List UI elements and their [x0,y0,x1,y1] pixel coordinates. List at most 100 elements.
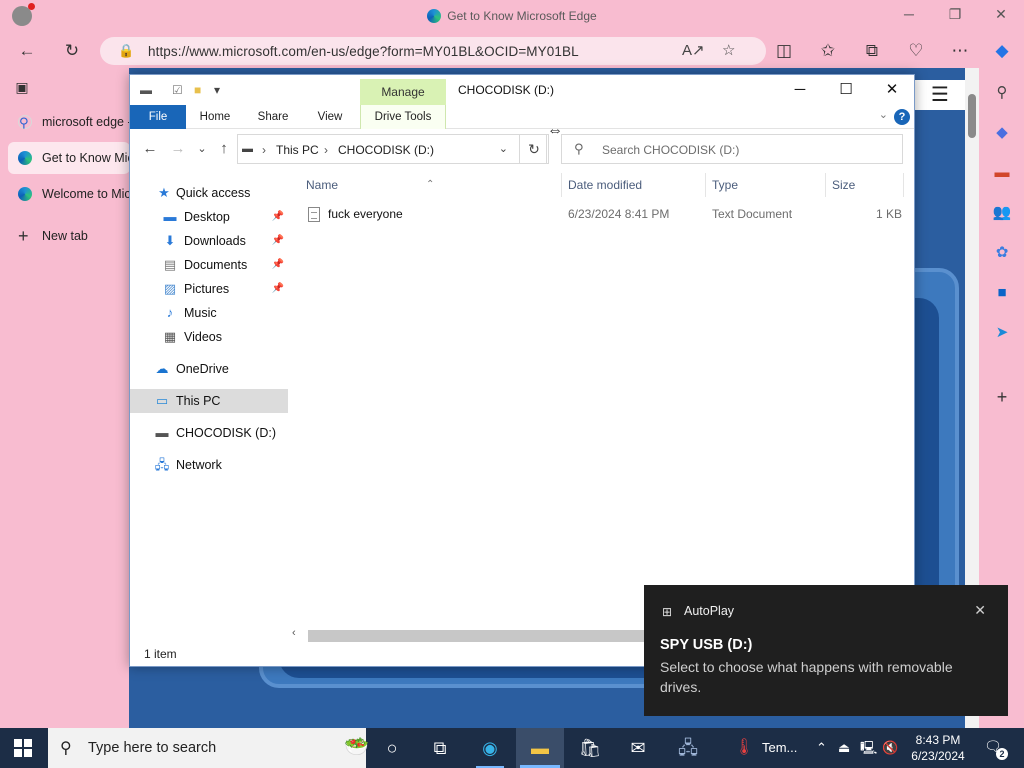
sidebar-shopping-icon[interactable]: ◆ [991,122,1013,144]
column-header-date[interactable]: Date modified [562,173,706,197]
weather-label[interactable]: Tem... [762,728,797,768]
explorer-close-button[interactable]: ✕ [877,79,907,101]
breadcrumb-separator-icon[interactable]: › [324,143,328,157]
split-screen-icon[interactable]: ◫ [772,40,796,62]
pin-icon[interactable]: 📌 [272,253,284,277]
more-menu-icon[interactable]: ⋯ [948,40,972,62]
store-taskbar-icon[interactable]: 🛍 [566,728,614,768]
new-tab-button[interactable]: + New tab [8,220,130,252]
new-folder-icon[interactable]: ■ [194,83,201,97]
column-header-size[interactable]: Size [826,173,904,197]
nav-chocodisk[interactable]: ▬ CHOCODISK (D:) [130,421,288,445]
address-dropdown-icon[interactable]: ⌄ [499,142,508,155]
address-bar[interactable]: 🔒 https://www.microsoft.com/en-us/edge?f… [100,37,766,65]
nav-quick-access[interactable]: ★ Quick access [130,181,288,205]
breadcrumb-separator-icon[interactable]: › [262,143,266,157]
toast-close-icon[interactable]: ✕ [974,602,986,619]
sidebar-tools-icon[interactable]: ▬ [991,162,1013,184]
collections-icon[interactable]: ⧉ [860,40,884,62]
nav-desktop[interactable]: ▬ Desktop 📌 [130,205,288,229]
tab-microsoft-edge-search[interactable]: ⚲ microsoft edge - [8,106,130,138]
tab-welcome[interactable]: Welcome to Mic [8,178,130,210]
pin-icon[interactable]: 📌 [272,277,284,301]
nav-documents[interactable]: ▤ Documents 📌 [130,253,288,277]
properties-icon[interactable]: ☑ [172,83,183,97]
help-icon[interactable]: ? [894,109,910,125]
sidebar-games-icon[interactable]: ✿ [991,242,1013,264]
file-row[interactable]: fuck everyone 6/23/2024 8:41 PM Text Doc… [300,203,905,225]
nav-onedrive[interactable]: ☁ OneDrive [130,357,288,381]
refresh-button[interactable]: ↻ [519,134,549,164]
tab-get-to-know-edge[interactable]: Get to Know Mic [8,142,130,174]
autoplay-notification[interactable]: ⊞ AutoPlay ✕ SPY USB (D:) Select to choo… [644,585,1008,716]
network-app-taskbar-icon[interactable]: 🖧 [664,728,712,768]
notification-center-icon[interactable]: 🗨 2 [984,738,1008,760]
ribbon-tab-view[interactable]: View [308,105,352,129]
breadcrumb-chocodisk[interactable]: CHOCODISK (D:) [338,143,434,157]
edge-taskbar-icon[interactable]: ◉ [466,728,514,768]
read-aloud-icon[interactable]: A↗ [682,41,705,59]
forward-button[interactable]: → [168,139,188,159]
cortana-icon[interactable]: ○ [368,728,416,768]
ribbon-tab-file[interactable]: File [130,105,186,129]
address-breadcrumb[interactable]: ▬ › This PC › CHOCODISK (D:) ⌄ [237,134,547,164]
windows-start-icon[interactable] [14,739,32,757]
nav-pictures[interactable]: ▨ Pictures 📌 [130,277,288,301]
ribbon-tab-drive-tools[interactable]: Drive Tools [360,105,446,129]
search-highlight-icon[interactable]: 🥗 [344,734,369,759]
system-clock[interactable]: 8:43 PM 6/23/2024 [902,732,974,764]
network-status-icon[interactable]: 🖳 [860,728,877,768]
sidebar-send-icon[interactable]: ➤ [991,322,1013,344]
back-arrow-icon[interactable]: ← [15,40,39,62]
file-explorer-taskbar-icon[interactable]: ▬ [516,728,564,768]
nav-this-pc[interactable]: ▭ This PC [130,389,288,413]
browser-minimize-button[interactable]: ─ [898,6,920,22]
search-box[interactable]: ⚲ Search CHOCODISK (D:) [561,134,903,164]
usb-device-icon[interactable]: ⏏ [838,728,850,768]
copilot-icon[interactable]: ◆ [990,40,1014,62]
quick-access-dropdown-icon[interactable]: ▾ [214,83,220,97]
back-button[interactable]: ← [140,139,160,159]
taskbar-search-box[interactable]: ⚲ Type here to search 🥗 [48,728,369,768]
page-menu-icon[interactable]: ☰ [915,80,965,110]
sidebar-add-icon[interactable]: + [991,386,1013,408]
explorer-minimize-button[interactable]: ─ [785,79,815,101]
search-input[interactable]: Search CHOCODISK (D:) [602,143,739,157]
refresh-icon[interactable]: ↻ [60,40,84,62]
column-header-name[interactable]: Name ⌃ [300,173,562,197]
sidebar-search-icon[interactable]: ⚲ [991,82,1013,104]
nav-music[interactable]: ♪ Music [130,301,288,325]
nav-videos[interactable]: ▦ Videos [130,325,288,349]
explorer-maximize-button[interactable]: ☐ [831,79,861,101]
browser-restore-button[interactable]: ❐ [944,6,966,23]
ribbon-expand-chevron-icon[interactable]: ⌄ [879,108,888,121]
performance-icon[interactable]: ♡ [904,40,928,62]
thermometer-icon[interactable]: 🌡 [734,728,754,768]
breadcrumb-this-pc[interactable]: This PC [276,143,319,157]
volume-muted-icon[interactable]: 🔇 [882,728,898,768]
nav-downloads[interactable]: ⬇ Downloads 📌 [130,229,288,253]
pin-icon[interactable]: 📌 [272,229,284,253]
tray-overflow-chevron-icon[interactable]: ⌃ [816,728,827,768]
nav-network[interactable]: 🖧 Network [130,453,288,477]
mail-taskbar-icon[interactable]: ✉ [614,728,662,768]
scroll-left-arrow-icon[interactable]: ‹ [292,627,296,639]
task-view-icon[interactable]: ⧉ [416,728,464,768]
tab-actions-icon[interactable]: ▣ [10,76,34,98]
pin-icon[interactable]: 📌 [272,205,284,229]
scroll-thumb[interactable] [968,94,976,138]
ribbon-tab-share[interactable]: Share [250,105,296,129]
sidebar-outlook-icon[interactable]: ■ [991,282,1013,304]
file-name[interactable]: fuck everyone [306,203,403,225]
favorite-star-icon[interactable]: ☆ [722,41,735,59]
recent-locations-chevron-icon[interactable]: ⌄ [192,139,212,159]
sidebar-people-icon[interactable]: 👥 [991,202,1013,224]
browser-close-button[interactable]: ✕ [990,6,1012,23]
taskbar-search-input[interactable]: Type here to search [88,740,216,756]
up-button[interactable]: ↑ [214,139,234,159]
favorites-icon[interactable]: ✩ [816,40,840,62]
ribbon-tab-home[interactable]: Home [192,105,238,129]
manage-context-tab[interactable]: Manage [360,79,446,105]
column-header-type[interactable]: Type [706,173,826,197]
url-text[interactable]: https://www.microsoft.com/en-us/edge?for… [148,44,579,59]
